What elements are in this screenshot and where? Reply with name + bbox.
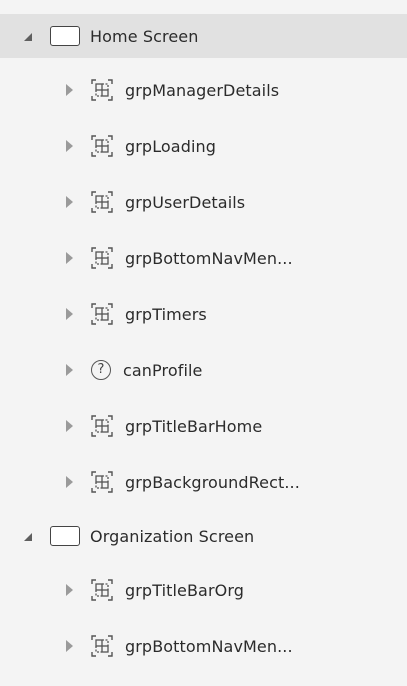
node-label: grpTitleBarOrg [125,580,244,600]
node-label: grpBottomNavMen... [125,636,293,656]
screen-label: Organization Screen [90,526,255,546]
collapse-arrow-icon[interactable] [66,364,73,376]
node-label: canProfile [123,360,203,380]
node-label: grpLoading [125,136,217,156]
question-mark-icon: ? [91,360,111,380]
collapse-arrow-icon[interactable] [66,308,73,320]
group-icon [91,135,113,157]
group-icon [91,471,113,493]
tree-node-canprofile[interactable]: ? canProfile [0,348,407,392]
collapse-arrow-icon[interactable] [66,476,73,488]
group-icon [91,579,113,601]
node-label: grpTitleBarHome [125,416,263,436]
tree-view: Home Screen grpManagerDetails grpLoading [0,0,407,686]
collapse-arrow-icon[interactable] [66,584,73,596]
screen-label: Home Screen [90,26,199,46]
tree-node-organization-screen[interactable]: Organization Screen [0,514,407,558]
group-icon [91,303,113,325]
group-icon [91,191,113,213]
expand-arrow-icon[interactable] [24,533,32,541]
collapse-arrow-icon[interactable] [66,252,73,264]
collapse-arrow-icon[interactable] [66,640,73,652]
node-label: grpBackgroundRect... [125,472,300,492]
collapse-arrow-icon[interactable] [66,140,73,152]
node-label: grpManagerDetails [125,80,280,100]
collapse-arrow-icon[interactable] [66,84,73,96]
group-icon [91,415,113,437]
group-icon [91,79,113,101]
expand-arrow-icon[interactable] [24,33,32,41]
node-label: grpUserDetails [125,192,246,212]
screen-icon [50,26,80,46]
tree-node-grptitlebarorg[interactable]: grpTitleBarOrg [0,568,407,612]
tree-node-grpbottomnavmenu[interactable]: grpBottomNavMen... [0,236,407,280]
tree-node-grptitlebarhome[interactable]: grpTitleBarHome [0,404,407,448]
tree-node-home-screen[interactable]: Home Screen [0,14,407,58]
collapse-arrow-icon[interactable] [66,420,73,432]
node-label: grpTimers [125,304,207,324]
tree-node-grpmanagerdetails[interactable]: grpManagerDetails [0,68,407,112]
group-icon [91,247,113,269]
group-icon [91,635,113,657]
tree-node-grpuserdetails[interactable]: grpUserDetails [0,180,407,224]
tree-node-grpbackgroundrect[interactable]: grpBackgroundRect... [0,460,407,504]
screen-icon [50,526,80,546]
tree-node-grploading[interactable]: grpLoading [0,124,407,168]
node-label: grpBottomNavMen... [125,248,293,268]
collapse-arrow-icon[interactable] [66,196,73,208]
tree-node-grptimers[interactable]: grpTimers [0,292,407,336]
tree-node-grpbottomnavmenu-org[interactable]: grpBottomNavMen... [0,624,407,668]
